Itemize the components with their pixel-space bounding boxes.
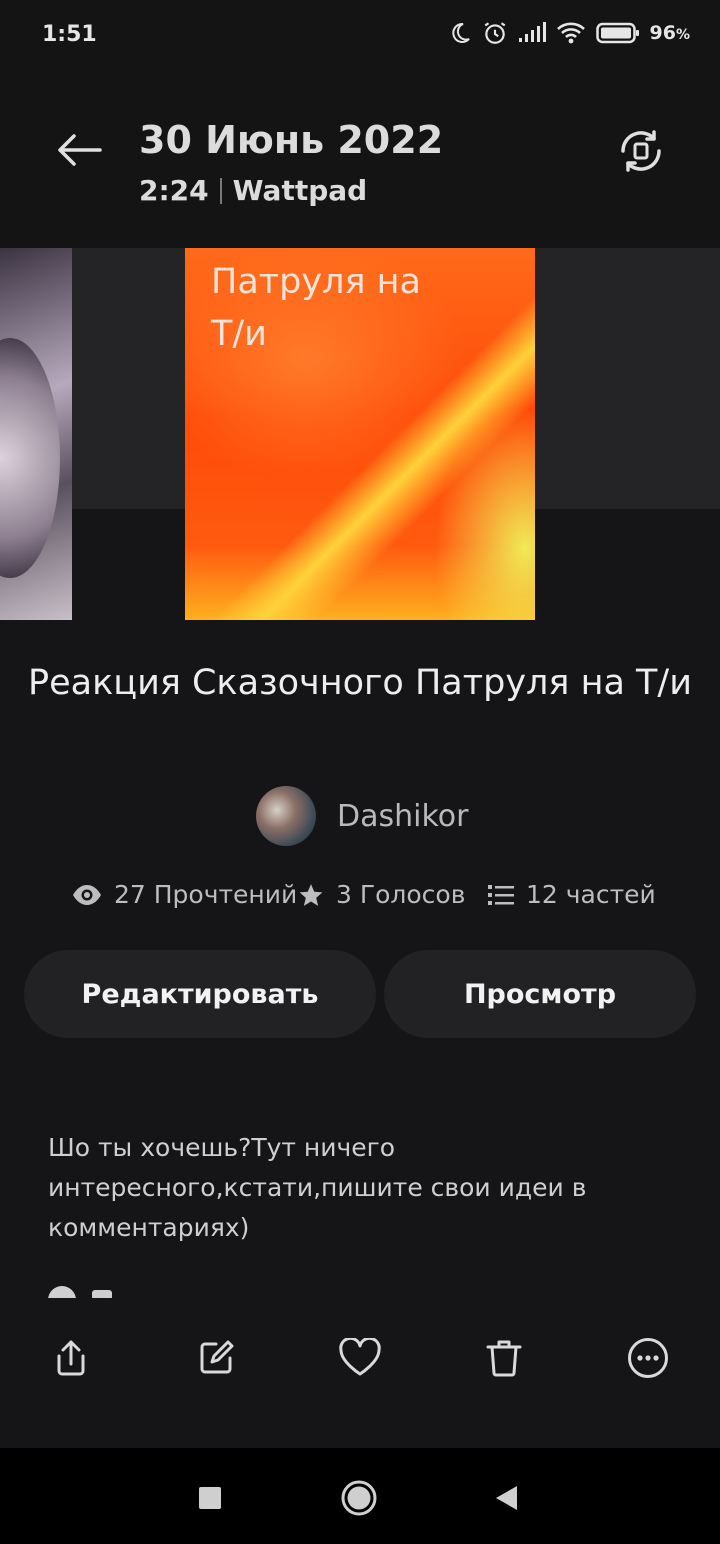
stat-parts: 12 частей: [488, 880, 656, 909]
view-button[interactable]: Просмотр: [384, 950, 696, 1038]
share-button[interactable]: [43, 1330, 99, 1386]
status-bar: 1:51 96%: [0, 0, 720, 72]
wifi-icon: [556, 22, 585, 44]
story-cover-image[interactable]: Патруля на Т/и: [185, 248, 535, 620]
author-name[interactable]: Dashikor: [337, 799, 468, 834]
edit-button[interactable]: Редактировать: [24, 950, 376, 1038]
battery-icon: [595, 22, 639, 44]
moon-icon: [451, 22, 470, 43]
header-subtitle: 2:24 Wattpad: [139, 174, 367, 207]
arrow-left-icon: [58, 134, 102, 166]
battery-percentage: 96%: [649, 22, 690, 44]
alarm-icon: [484, 22, 505, 44]
header-time: 2:24: [139, 174, 209, 207]
avatar[interactable]: [256, 786, 316, 846]
cover-text: Патруля на Т/и: [211, 256, 421, 360]
share-icon: [57, 1340, 85, 1376]
more-icon: [628, 1338, 668, 1378]
rotate-button[interactable]: [614, 124, 668, 178]
edit-note-button[interactable]: [188, 1330, 244, 1386]
back-button[interactable]: [52, 120, 106, 180]
recents-icon: [199, 1487, 221, 1509]
cover-text-line2: Т/и: [211, 314, 267, 354]
status-icons: 96%: [448, 20, 690, 46]
edit-icon: [200, 1340, 234, 1374]
back-triangle-icon: [496, 1486, 517, 1510]
home-icon: [341, 1480, 377, 1516]
story-stats: 27 Прочтений 3 Голосов 12 частей: [0, 880, 720, 924]
trash-icon: [486, 1340, 522, 1377]
heart-icon: [339, 1338, 381, 1376]
previous-cover-image[interactable]: [0, 248, 72, 620]
story-description: Шо ты хочешь?Тут ничего интересного,кста…: [48, 1133, 587, 1242]
stat-votes-label: 3 Голосов: [336, 880, 466, 909]
eye-icon: [73, 884, 101, 905]
author-row[interactable]: Dashikor: [256, 786, 468, 846]
home-button[interactable]: [339, 1478, 379, 1518]
recents-button[interactable]: [190, 1478, 230, 1518]
stat-reads-label: 27 Прочтений: [114, 880, 298, 909]
cover-text-line1: Патруля на: [211, 262, 421, 302]
favorite-button[interactable]: [332, 1330, 388, 1386]
status-time: 1:51: [42, 22, 97, 47]
more-button[interactable]: [620, 1330, 676, 1386]
list-icon: [488, 884, 514, 905]
stat-votes: 3 Голосов: [298, 880, 465, 909]
stat-parts-label: 12 частей: [526, 880, 656, 909]
header-date: 30 Июнь 2022: [139, 118, 444, 162]
stat-reads: 27 Прочтений: [72, 880, 297, 909]
header-app: Wattpad: [232, 174, 368, 207]
rotate-icon: [621, 130, 661, 172]
story-title: Реакция Сказочного Патруля на Т/и: [28, 663, 692, 703]
delete-button[interactable]: [476, 1330, 532, 1386]
header-separator: [219, 177, 222, 204]
star-icon: [299, 883, 323, 906]
cover-carousel[interactable]: Патруля на Т/и: [0, 248, 720, 620]
signal-icon: [518, 22, 546, 42]
nav-back-button[interactable]: [486, 1478, 526, 1518]
